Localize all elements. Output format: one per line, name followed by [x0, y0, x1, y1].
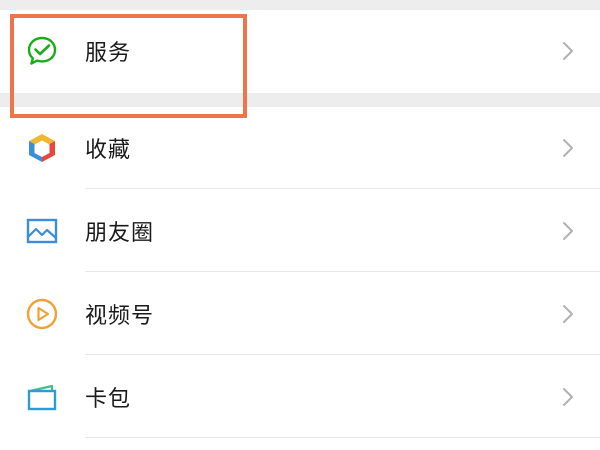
- menu-item-label: 收藏: [85, 138, 132, 163]
- chevron-right-icon: [562, 138, 574, 158]
- menu-item-favorites[interactable]: 收藏: [0, 107, 600, 189]
- wechat-pay-check-icon: [25, 34, 59, 68]
- menu-item-moments[interactable]: 朋友圈: [0, 190, 600, 272]
- menu-item-label: 服务: [85, 41, 132, 66]
- menu-item-card-wallet[interactable]: 卡包: [0, 356, 600, 438]
- moments-picture-icon: [25, 214, 59, 248]
- row-divider: [85, 271, 600, 272]
- card-wallet-icon: [25, 380, 59, 414]
- section-gap: [0, 93, 600, 107]
- row-divider: [85, 437, 600, 438]
- row-divider: [85, 354, 600, 355]
- menu-item-label: 朋友圈: [85, 221, 155, 246]
- channels-play-icon: [25, 297, 59, 331]
- menu-item-services[interactable]: 服务: [0, 10, 600, 92]
- section-gap: [0, 0, 600, 10]
- chevron-right-icon: [562, 41, 574, 61]
- favorites-cube-icon: [25, 131, 59, 165]
- chevron-right-icon: [562, 387, 574, 407]
- chevron-right-icon: [562, 221, 574, 241]
- me-page-menu: 服务 收藏 朋友圈 视频号 卡包: [0, 0, 600, 450]
- menu-item-label: 卡包: [85, 387, 132, 412]
- chevron-right-icon: [562, 304, 574, 324]
- menu-item-channels[interactable]: 视频号: [0, 273, 600, 355]
- row-divider: [85, 188, 600, 189]
- menu-item-label: 视频号: [85, 304, 155, 329]
